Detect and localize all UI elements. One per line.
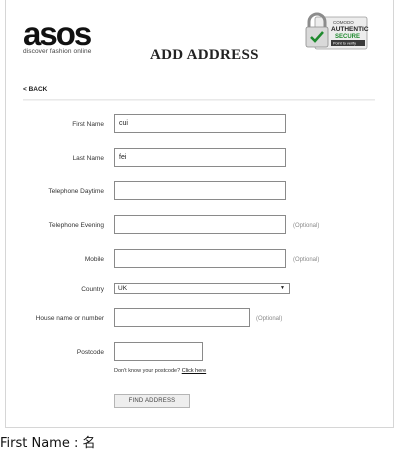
logo-tagline: discover fashion online [23, 48, 92, 55]
badge-line4: Point to verify [333, 42, 356, 46]
caption-text: First Name : 名 [0, 436, 96, 451]
postcode-input[interactable] [114, 342, 203, 361]
house-input[interactable] [114, 308, 250, 327]
logo-wordmark: asos [23, 15, 92, 52]
house-label: House name or number [35, 315, 104, 322]
last-name-label: Last Name [72, 155, 104, 162]
header-divider [23, 99, 375, 101]
first-name-label: First Name [72, 121, 104, 128]
back-link[interactable]: < BACK [23, 86, 47, 93]
postcode-hint: Don't know your postcode? Click here [114, 368, 206, 374]
postcode-label: Postcode [76, 349, 104, 356]
asos-logo: asos discover fashion online [23, 15, 93, 55]
badge-line2: AUTHENTIC [331, 26, 369, 33]
padlock-check-icon: COMODO AUTHENTIC SECURE Point to verify [305, 12, 369, 50]
country-label: Country [81, 286, 104, 293]
optional-note: (Optional) [293, 257, 320, 263]
page-title: ADD ADDRESS [150, 47, 259, 63]
click-here-link[interactable]: Click here [182, 368, 206, 374]
postcode-hint-text: Don't know your postcode? [114, 368, 181, 374]
optional-note: (Optional) [256, 316, 283, 322]
telephone-daytime-label: Telephone Daytime [48, 188, 104, 195]
dropdown-arrow-icon: ▼ [280, 285, 285, 291]
comodo-secure-badge[interactable]: COMODO AUTHENTIC SECURE Point to verify [303, 12, 370, 52]
mobile-input[interactable] [114, 249, 286, 268]
telephone-evening-label: Telephone Evening [48, 222, 104, 229]
mobile-label: Mobile [84, 256, 104, 263]
find-address-button[interactable]: FIND ADDRESS [114, 394, 190, 408]
badge-line1: COMODO [333, 20, 354, 25]
telephone-evening-input[interactable] [114, 215, 286, 234]
address-form-panel: asos discover fashion online ADD ADDRESS… [5, 0, 394, 428]
last-name-input[interactable]: fei [114, 148, 286, 167]
telephone-daytime-input[interactable] [114, 181, 286, 200]
country-select[interactable]: UK ▼ [114, 283, 290, 294]
badge-line3: SECURE [335, 34, 360, 40]
first-name-input[interactable]: cui [114, 114, 286, 133]
optional-note: (Optional) [293, 223, 320, 229]
country-select-value: UK [118, 285, 128, 292]
